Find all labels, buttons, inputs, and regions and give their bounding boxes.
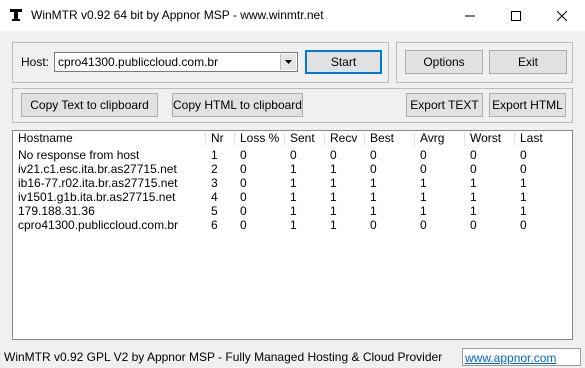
table-cell: 0 [240,162,247,176]
appnor-link-text[interactable]: www.appnor.com [465,351,556,365]
table-cell: 0 [470,148,477,162]
table-cell: 2 [211,162,218,176]
column-header-recv[interactable]: Recv [325,131,365,146]
table-cell: 0 [240,176,247,190]
table-cell: 0 [520,162,527,176]
table-cell: 1 [470,204,477,218]
table-cell: 1 [370,204,377,218]
maximize-button[interactable] [493,0,539,31]
table-cell: No response from host [18,148,140,162]
appnor-link[interactable]: www.appnor.com [462,348,581,366]
table-cell: 0 [470,218,477,232]
table-cell: 1 [330,176,337,190]
close-button[interactable] [539,0,585,31]
table-cell: 0 [370,162,377,176]
table-cell: iv21.c1.esc.ita.br.as27715.net [18,162,177,176]
table-cell: 1 [420,204,427,218]
table-cell: 0 [240,204,247,218]
table-cell: 4 [211,190,218,204]
column-header-best[interactable]: Best [365,131,415,146]
table-cell: 1 [290,190,297,204]
column-header-worst[interactable]: Worst [465,131,515,146]
column-header-avrg[interactable]: Avrg [415,131,465,146]
table-cell: 0 [240,190,247,204]
table-row[interactable]: iv1501.g1b.ita.br.as27715.net 4 0 1 1 1 1 1 1 [13,190,572,204]
table-cell: 0 [420,162,427,176]
table-cell: ib16-77.r02.ita.br.as27715.net [18,176,178,190]
table-cell: 1 [290,162,297,176]
column-header-loss[interactable]: Loss % [235,131,285,146]
options-button[interactable]: Options [405,50,483,74]
close-icon [557,10,567,21]
column-header-nr[interactable]: Nr [206,131,235,146]
table-cell: 1 [520,176,527,190]
table-row[interactable]: iv21.c1.esc.ita.br.as27715.net 2 0 1 1 0 0 0 0 [13,162,572,176]
table-cell: 0 [370,148,377,162]
column-header-last[interactable]: Last [515,131,572,146]
table-cell: 0 [420,218,427,232]
table-cell: 1 [290,204,297,218]
maximize-icon [511,10,521,21]
start-button[interactable]: Start [305,50,382,74]
export-text-button[interactable]: Export TEXT [406,93,483,117]
table-cell: 1 [330,204,337,218]
table-cell: 1 [520,190,527,204]
table-cell: cpro41300.publiccloud.com.br [18,218,179,232]
table-cell: iv1501.g1b.ita.br.as27715.net [18,190,176,204]
table-cell: 1 [470,190,477,204]
status-text: WinMTR v0.92 GPL V2 by Appnor MSP - Full… [4,350,443,364]
table-cell: 1 [211,148,218,162]
window-title: WinMTR v0.92 64 bit by Appnor MSP - www.… [31,8,324,22]
table-cell: 0 [470,162,477,176]
table-cell: 1 [370,190,377,204]
table-row[interactable]: 179.188.31.36 5 0 1 1 1 1 1 1 [13,204,572,218]
minimize-button[interactable] [447,0,493,31]
table-cell: 1 [420,190,427,204]
table-cell: 1 [470,176,477,190]
table-cell: 0 [420,148,427,162]
table-cell: 179.188.31.36 [18,204,95,218]
column-header-sent[interactable]: Sent [285,131,325,146]
table-cell: 1 [290,218,297,232]
minimize-icon [465,15,475,16]
table-cell: 1 [330,162,337,176]
table-cell: 5 [211,204,218,218]
table-row[interactable]: No response from host 1 0 0 0 0 0 0 0 [13,148,572,162]
table-cell: 0 [240,218,247,232]
table-cell: 1 [520,204,527,218]
results-list[interactable]: Hostname Nr Loss % Sent Recv Best Avrg Worst Las… [12,130,573,340]
chevron-down-icon [285,60,292,64]
table-cell: 0 [240,148,247,162]
table-cell: 1 [330,218,337,232]
app-icon [10,9,22,21]
table-row[interactable]: cpro41300.publiccloud.com.br 6 0 1 1 0 0 0 0 [13,218,572,232]
host-label: Host: [21,55,50,69]
table-cell: 1 [330,190,337,204]
table-cell: 0 [520,218,527,232]
exit-button[interactable]: Exit [489,50,567,74]
table-cell: 0 [330,148,337,162]
table-cell: 3 [211,176,218,190]
title-bar: WinMTR v0.92 64 bit by Appnor MSP - www.… [0,0,585,31]
list-header: Hostname Nr Loss % Sent Recv Best Avrg Worst Las… [13,131,572,146]
table-cell: 0 [370,218,377,232]
copy-text-button[interactable]: Copy Text to clipboard [21,93,158,117]
table-cell: 1 [420,176,427,190]
table-cell: 1 [370,176,377,190]
copy-html-button[interactable]: Copy HTML to clipboard [172,93,303,117]
export-html-button[interactable]: Export HTML [489,93,566,117]
table-cell: 0 [520,148,527,162]
table-cell: 0 [290,148,297,162]
host-combobox[interactable]: cpro41300.publiccloud.com.br [54,52,298,72]
column-header-hostname[interactable]: Hostname [13,131,206,146]
dropdown-button[interactable] [280,54,296,70]
host-value: cpro41300.publiccloud.com.br [58,55,219,69]
table-cell: 6 [211,218,218,232]
table-cell: 1 [290,176,297,190]
table-row[interactable]: ib16-77.r02.ita.br.as27715.net 3 0 1 1 1 1 1 1 [13,176,572,190]
